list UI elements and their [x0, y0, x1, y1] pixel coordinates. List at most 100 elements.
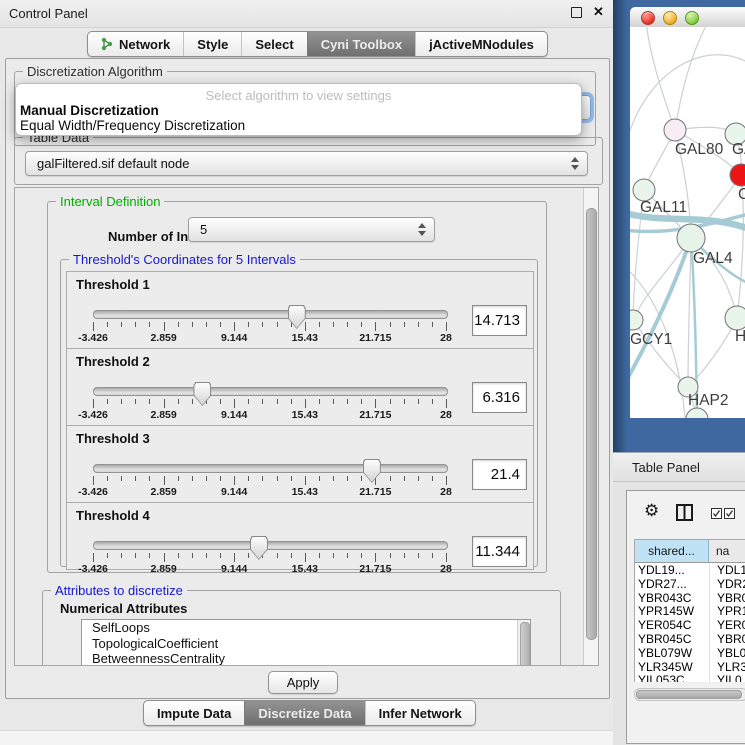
list-item[interactable]: BetweennessCentrality: [82, 651, 530, 666]
dropdown-option[interactable]: Manual Discretization: [20, 103, 159, 118]
bottom-tab-impute-data[interactable]: Impute Data: [144, 701, 244, 725]
network-view-window: GAL80GACGAL11GAL4GCY1HHAP2: [630, 7, 745, 418]
tick-mark: [107, 476, 108, 481]
gear-icon[interactable]: ⚙: [644, 501, 659, 521]
dropdown-option[interactable]: Equal Width/Frequency Discretization: [20, 118, 245, 133]
slider-track[interactable]: [93, 541, 448, 550]
column-header-shared-[interactable]: shared...: [635, 540, 709, 562]
tick-label: 15.43: [292, 563, 318, 575]
numerical-attributes-list[interactable]: SelfLoopsTopologicalCoefficientBetweenne…: [81, 619, 531, 666]
table-row[interactable]: YIL053CYIL0: [635, 673, 745, 682]
tick-mark: [390, 553, 391, 558]
horizontal-scrollbar-thumb[interactable]: [636, 690, 742, 699]
minimize-traffic-light-icon[interactable]: [663, 11, 677, 25]
bottom-tab-discretize-data[interactable]: Discretize Data: [244, 701, 364, 725]
network-edge[interactable]: [630, 238, 691, 383]
tick-mark: [432, 322, 433, 327]
close-traffic-light-icon[interactable]: [641, 11, 655, 25]
table-row[interactable]: YBR043CYBR0: [635, 591, 745, 605]
threshold-label: Threshold 3: [76, 431, 150, 446]
tick-mark: [361, 553, 362, 558]
attribute-items: SelfLoopsTopologicalCoefficientBetweenne…: [82, 620, 530, 666]
table-data-select[interactable]: galFiltered.sif default node: [25, 151, 588, 176]
vertical-scrollbar-thumb[interactable]: [586, 208, 597, 640]
tab-style[interactable]: Style: [183, 32, 241, 56]
list-scrollbar-thumb[interactable]: [520, 622, 530, 666]
network-edge[interactable]: [688, 238, 691, 387]
tick-mark: [135, 399, 136, 404]
tick-labels: -3.4262.8599.14415.4321.71528: [93, 409, 446, 421]
threshold-value-field[interactable]: 14.713: [472, 305, 527, 336]
horizontal-scrollbar[interactable]: [634, 688, 745, 701]
tick-label: 2.859: [150, 563, 176, 575]
network-node-gcy1[interactable]: [630, 310, 643, 330]
network-node-gal11[interactable]: [633, 179, 655, 201]
tab-label: Network: [119, 37, 170, 52]
tick-mark: [149, 553, 150, 558]
tick-mark: [361, 399, 362, 404]
node-label: GAL4: [693, 250, 733, 267]
tick-mark: [375, 553, 376, 562]
slider-track[interactable]: [93, 310, 448, 319]
table-row[interactable]: YLR345WYLR3: [635, 660, 745, 674]
table-row[interactable]: YBL079WYBL0: [635, 646, 745, 660]
status-strip: [0, 730, 613, 745]
slider-track[interactable]: [93, 387, 448, 396]
tick-mark: [107, 399, 108, 404]
tick-mark: [192, 553, 193, 558]
list-item[interactable]: TopologicalCoefficient: [82, 636, 530, 652]
threshold-panel: Threshold 1-3.4262.8599.14415.4321.71528…: [66, 271, 534, 349]
threshold-value-field[interactable]: 21.4: [472, 459, 527, 490]
select-columns-icon[interactable]: [711, 508, 735, 519]
table-row[interactable]: YER054CYER0: [635, 618, 745, 632]
tick-mark: [220, 553, 221, 558]
tick-mark: [121, 322, 122, 327]
zoom-traffic-light-icon[interactable]: [685, 11, 699, 25]
table-row[interactable]: YDL19...YDL1: [635, 563, 745, 577]
network-node-gal80[interactable]: [664, 119, 686, 141]
float-window-icon[interactable]: [571, 7, 582, 18]
network-node-h[interactable]: [725, 306, 745, 330]
table-row[interactable]: YBR045CYBR0: [635, 632, 745, 646]
tab-label: Infer Network: [379, 706, 462, 721]
tick-mark: [347, 399, 348, 404]
node-label: GA: [732, 141, 745, 158]
tick-mark: [432, 399, 433, 404]
tick-mark: [319, 476, 320, 481]
apply-button[interactable]: Apply: [268, 671, 338, 694]
number-of-intervals-select[interactable]: 5: [188, 217, 435, 242]
table-row[interactable]: YPR145WYPR1: [635, 604, 745, 618]
vertical-scrollbar[interactable]: [583, 188, 598, 665]
node-label: GCY1: [630, 331, 672, 348]
tick-mark: [248, 399, 249, 404]
table-cell: YDL19...: [635, 563, 709, 577]
list-scrollbar[interactable]: [517, 620, 530, 666]
threshold-value-field[interactable]: 11.344: [472, 536, 527, 567]
slider-ticks: [93, 553, 446, 563]
network-edge[interactable]: [675, 27, 708, 130]
bottom-tab-infer-network[interactable]: Infer Network: [365, 701, 475, 725]
column-layout-icon[interactable]: [676, 504, 693, 521]
table-cell: YBR043C: [635, 591, 709, 605]
network-node-gal4[interactable]: [677, 224, 705, 252]
tab-cyni-toolbox[interactable]: Cyni Toolbox: [307, 32, 415, 56]
network-node[interactable]: [686, 408, 708, 418]
table-row[interactable]: YDR27...YDR2: [635, 577, 745, 591]
group-title: Interval Definition: [56, 194, 164, 209]
tick-mark: [446, 322, 447, 331]
tick-label: 15.43: [292, 486, 318, 498]
tick-label: 28: [440, 563, 452, 575]
column-header-na[interactable]: na: [709, 540, 745, 562]
network-edge[interactable]: [646, 27, 675, 130]
tab-select[interactable]: Select: [241, 32, 306, 56]
network-canvas[interactable]: GAL80GACGAL11GAL4GCY1HHAP2: [630, 27, 745, 418]
network-window-titlebar[interactable]: [630, 7, 745, 28]
table-panel-titlebar: Table Panel: [613, 453, 745, 482]
slider-track[interactable]: [93, 464, 448, 473]
tick-mark: [446, 476, 447, 485]
close-icon[interactable]: ✕: [593, 4, 604, 20]
list-item[interactable]: SelfLoops: [82, 620, 530, 636]
threshold-value-field[interactable]: 6.316: [472, 382, 527, 413]
tab-network[interactable]: Network: [88, 32, 183, 56]
tab-jactivemnodules[interactable]: jActiveMNodules: [415, 32, 547, 56]
